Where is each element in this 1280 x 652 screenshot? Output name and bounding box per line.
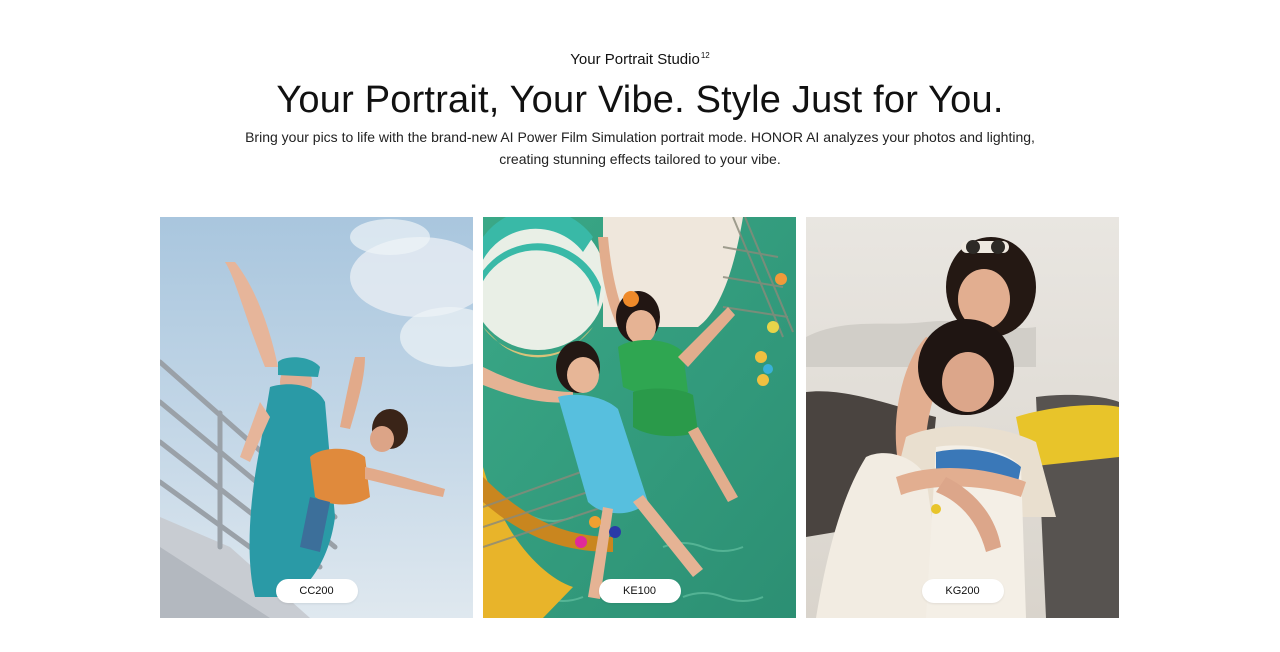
film-filter-tag[interactable]: CC200 [275, 579, 358, 603]
portrait-photo-railing [160, 217, 473, 618]
eyebrow-text: Your Portrait Studio [570, 51, 700, 68]
photo-card-kg200: KG200 [806, 217, 1119, 618]
photo-card-ke100: KE100 [483, 217, 796, 618]
eyebrow-title: Your Portrait Studio12 [0, 46, 1280, 70]
footnote-marker[interactable]: 12 [701, 51, 710, 60]
film-filter-tag[interactable]: KG200 [921, 579, 1004, 603]
photo-card-cc200: CC200 [160, 217, 473, 618]
page-headline: Your Portrait, Your Vibe. Style Just for… [276, 79, 1004, 121]
portrait-photo-convertible [806, 217, 1119, 618]
section-description: Bring your pics to life with the brand-n… [245, 129, 1035, 167]
portrait-photo-pool [483, 217, 796, 618]
film-filter-tag[interactable]: KE100 [598, 579, 681, 603]
